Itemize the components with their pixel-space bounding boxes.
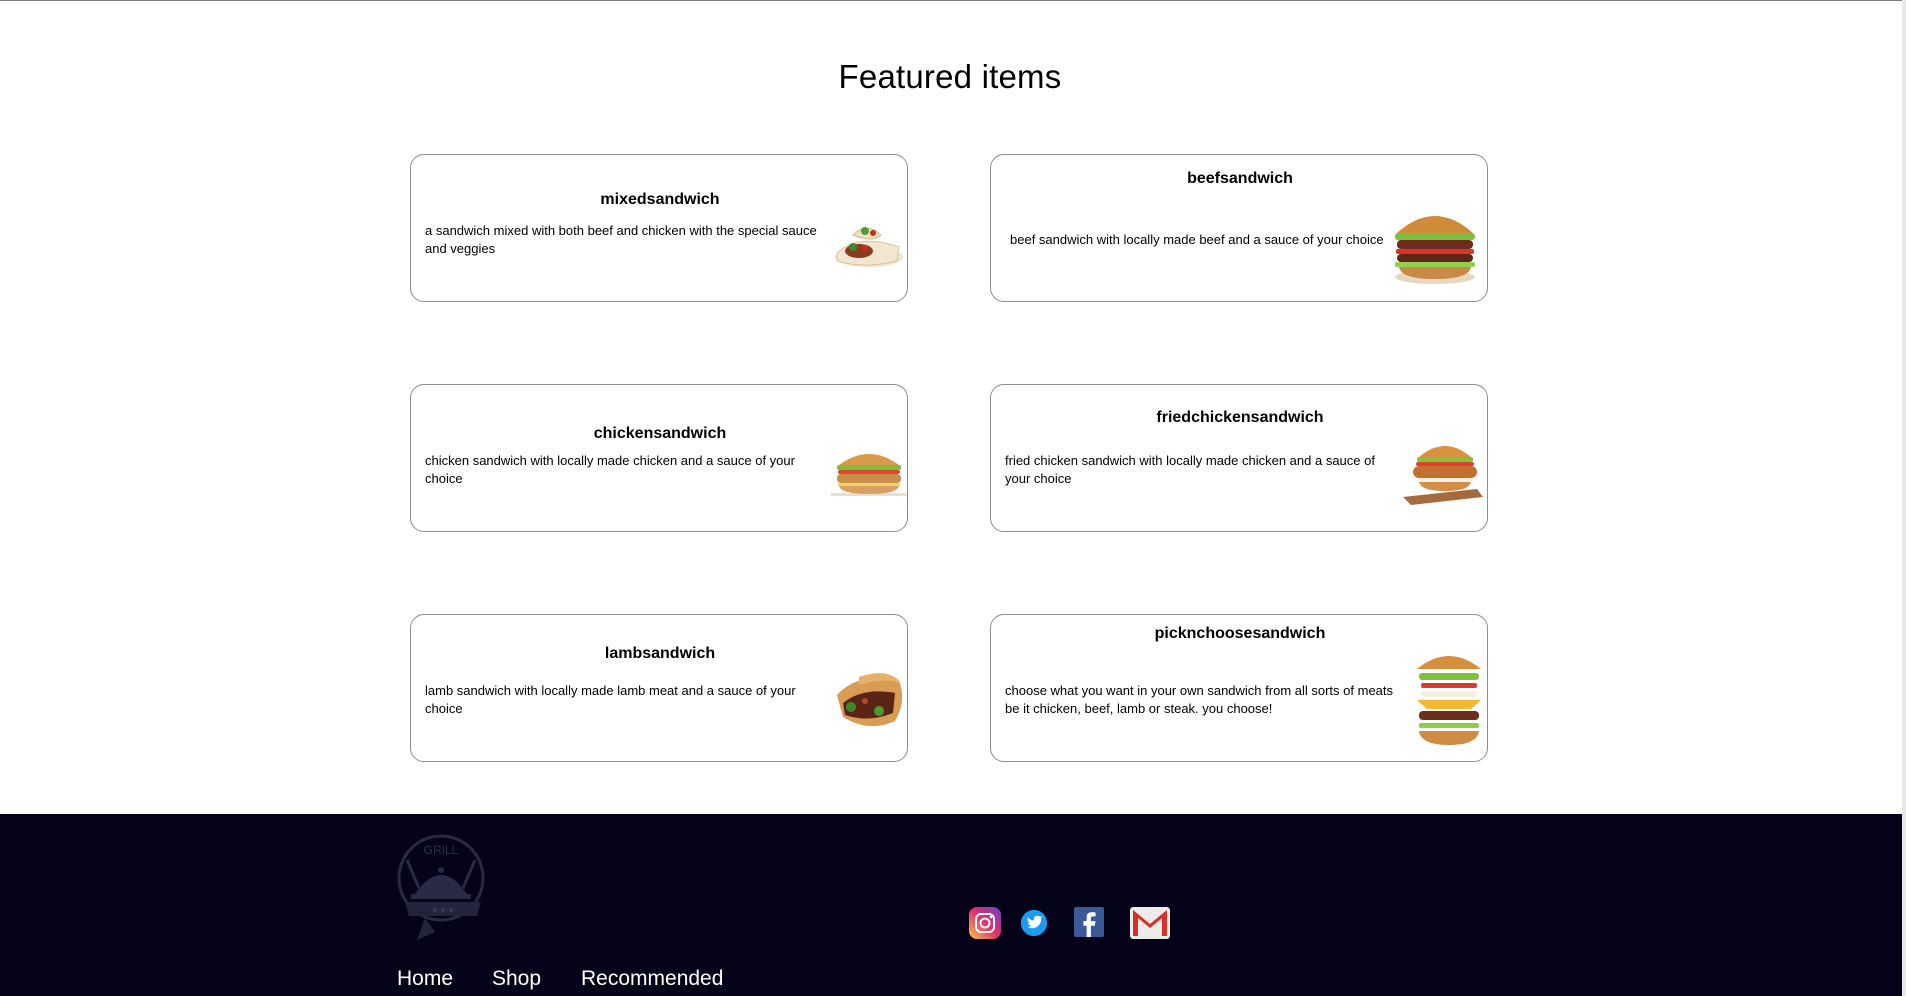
footer-nav-home[interactable]: Home <box>397 967 453 991</box>
item-name: mixedsandwich <box>600 191 720 208</box>
item-card-lambsandwich[interactable]: lambsandwich lamb sandwich with locally … <box>410 614 908 762</box>
wrap-sandwich-image <box>835 227 903 267</box>
item-name: chickensandwich <box>593 425 727 442</box>
chicken-burger-image <box>831 454 907 496</box>
gmail-icon[interactable] <box>1130 907 1170 939</box>
stacked-burger-image <box>1417 656 1481 745</box>
item-description: chicken sandwich with locally made chick… <box>425 453 795 486</box>
item-description: lamb sandwich with locally made lamb mea… <box>425 683 796 716</box>
item-card-mixedsandwich[interactable]: mixedsandwich a sandwich mixed with both… <box>410 154 908 302</box>
item-name: picknchoosesandwich <box>1154 625 1326 642</box>
top-divider <box>0 0 1906 1</box>
item-description: fried chicken sandwich with locally made… <box>1005 453 1375 486</box>
item-card-beefsandwich[interactable]: beefsandwich beef sandwich with locally … <box>990 154 1488 302</box>
svg-text:★★★: ★★★ <box>431 906 455 916</box>
footer-nav-shop[interactable]: Shop <box>492 967 541 991</box>
footer-nav-recommended[interactable]: Recommended <box>581 967 723 991</box>
site-footer: GRILL ★★★ Home Shop Recommended <box>0 814 1902 996</box>
lamb-pita-image <box>837 673 903 727</box>
item-name: lambsandwich <box>604 645 716 662</box>
item-name: friedchickensandwich <box>1156 409 1324 426</box>
instagram-icon[interactable] <box>969 907 1001 939</box>
item-card-friedchickensandwich[interactable]: friedchickensandwich fried chicken sandw… <box>990 384 1488 532</box>
facebook-icon[interactable] <box>1074 907 1104 937</box>
logo-text: GRILL <box>424 843 459 857</box>
fried-chicken-burger-image <box>1403 446 1483 505</box>
item-name: beefsandwich <box>1187 170 1293 187</box>
item-description: a sandwich mixed with both beef and chic… <box>425 223 817 256</box>
grill-logo[interactable]: GRILL ★★★ <box>395 832 491 944</box>
beef-burger-image <box>1395 216 1475 284</box>
item-description: choose what you want in your own sandwic… <box>1005 683 1394 716</box>
item-card-chickensandwich[interactable]: chickensandwich chicken sandwich with lo… <box>410 384 908 532</box>
item-description: beef sandwich with locally made beef and… <box>1010 232 1384 247</box>
item-card-picknchoosesandwich[interactable]: picknchoosesandwich choose what you want… <box>990 614 1488 762</box>
twitter-icon[interactable] <box>1020 909 1048 937</box>
page-scrollbar[interactable] <box>1902 0 1906 996</box>
page-title: Featured items <box>838 58 1062 95</box>
